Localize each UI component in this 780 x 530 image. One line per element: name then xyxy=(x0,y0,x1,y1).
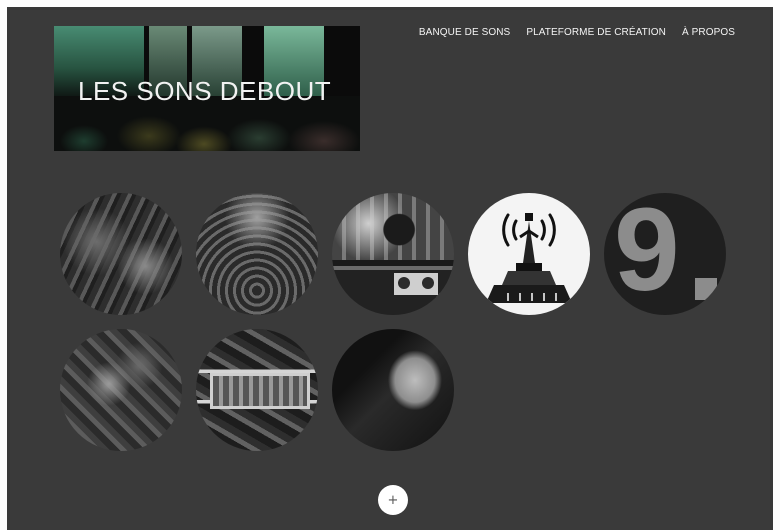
main-nav: BANQUE DE SONS PLATEFORME DE CRÉATION À … xyxy=(419,27,735,38)
site-banner[interactable]: LES SONS DEBOUT xyxy=(54,26,360,151)
nav-link-plateforme-de-creation[interactable]: PLATEFORME DE CRÉATION xyxy=(526,27,666,38)
gallery-item-musicians[interactable] xyxy=(332,193,454,315)
gallery-item-singing-face[interactable] xyxy=(332,329,454,451)
gallery-item-collage[interactable] xyxy=(196,329,318,451)
radio-tower-statue-icon xyxy=(486,213,572,303)
site-title[interactable]: LES SONS DEBOUT xyxy=(78,76,331,107)
nav-link-banque-de-sons[interactable]: BANQUE DE SONS xyxy=(419,27,510,38)
gallery-item-crowd-square[interactable] xyxy=(196,193,318,315)
gallery-item-crowd[interactable] xyxy=(60,193,182,315)
gallery-item-number-nine[interactable]: 9 xyxy=(604,193,726,315)
load-more-button[interactable]: + xyxy=(378,485,408,515)
gallery-item-crowd-abstract[interactable] xyxy=(60,329,182,451)
number-dot xyxy=(695,278,717,300)
page: LES SONS DEBOUT BANQUE DE SONS PLATEFORM… xyxy=(7,7,773,530)
gallery-item-radio-tower[interactable] xyxy=(468,193,590,315)
collage-rectangle xyxy=(210,373,310,409)
number-nine-text: 9 xyxy=(614,193,680,315)
browser-viewport: LES SONS DEBOUT BANQUE DE SONS PLATEFORM… xyxy=(0,0,780,530)
boombox-icon xyxy=(392,271,440,297)
nav-link-a-propos[interactable]: À PROPOS xyxy=(682,27,735,38)
